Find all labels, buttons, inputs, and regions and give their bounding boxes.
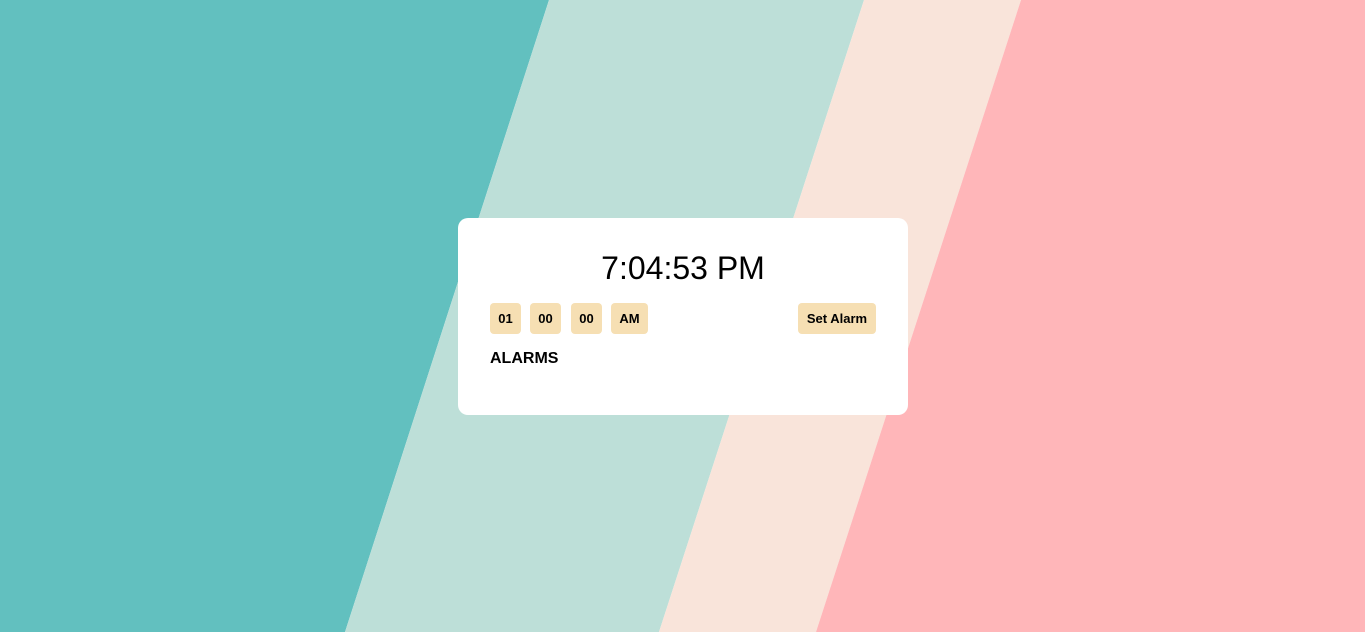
alarm-list [490,373,876,403]
alarm-controls: 01 00 00 AM Set Alarm [490,303,876,334]
current-time-display: 7:04:53 PM [601,250,765,286]
hour-selector[interactable]: 01 [490,303,521,334]
alarm-clock-page: 7:04:53 PM 01 00 00 AM Set Alarm ALARMS [0,0,1365,632]
second-selector[interactable]: 00 [571,303,602,334]
set-alarm-button[interactable]: Set Alarm [798,303,876,334]
ampm-selector[interactable]: AM [611,303,648,334]
alarm-card: 7:04:53 PM 01 00 00 AM Set Alarm ALARMS [458,218,908,415]
alarms-heading: ALARMS [490,350,559,367]
minute-selector[interactable]: 00 [530,303,561,334]
